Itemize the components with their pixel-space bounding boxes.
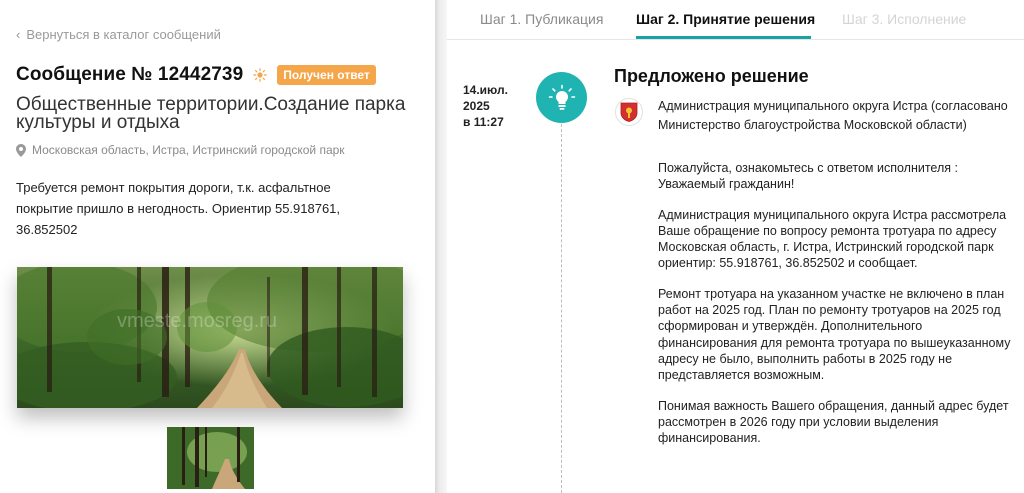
timeline-marker: [536, 72, 587, 123]
photo-thumbnail[interactable]: [167, 427, 254, 489]
thumbnail-image: [167, 427, 254, 489]
photo-watermark: vmeste.mosreg.ru: [117, 310, 277, 332]
decision-panel: Шаг 1. Публикация Шаг 2. Принятие решени…: [447, 0, 1024, 493]
steps-tabs: Шаг 1. Публикация Шаг 2. Принятие решени…: [447, 0, 1024, 40]
date-day: 14.июл.: [463, 83, 508, 97]
status-badge: Получен ответ: [277, 65, 376, 85]
date-year: 2025: [463, 99, 490, 113]
main-photo[interactable]: vmeste.mosreg.ru: [17, 267, 403, 408]
decision-answer: Пожалуйста, ознакомьтесь с ответом испол…: [658, 160, 1018, 460]
back-link-label: Вернуться в каталог сообщений: [26, 27, 221, 42]
tab-decision[interactable]: Шаг 2. Принятие решения: [636, 11, 815, 27]
timeline-line: [561, 124, 562, 493]
lightbulb-icon: [548, 84, 575, 110]
address-row: Московская область, Истра, Истринский го…: [16, 143, 345, 157]
pane-divider: [435, 0, 447, 493]
answer-paragraph: Ремонт тротуара на указанном участке не …: [658, 286, 1011, 383]
message-category: Общественные территории.Создание парка к…: [16, 94, 406, 133]
tab-execution: Шаг 3. Исполнение: [842, 11, 967, 27]
timeline-date: 14.июл. 2025 в 11:27: [463, 82, 527, 130]
sun-icon: [253, 68, 268, 82]
answer-paragraph: Пожалуйста, ознакомьтесь с ответом испол…: [658, 161, 958, 192]
decision-title: Предложено решение: [614, 66, 809, 86]
map-pin-icon: [16, 143, 26, 157]
back-to-catalog-link[interactable]: ‹ Вернуться в каталог сообщений: [16, 27, 221, 42]
message-description: Требуется ремонт покрытия дороги, т.к. а…: [16, 180, 341, 237]
org-name: Администрация муниципального округа Истр…: [658, 99, 1008, 132]
message-details-panel: ‹ Вернуться в каталог сообщений Сообщени…: [0, 0, 435, 493]
tab-publication[interactable]: Шаг 1. Публикация: [480, 11, 603, 27]
active-tab-indicator: [636, 36, 811, 39]
forest-path-image: vmeste.mosreg.ru: [17, 267, 403, 408]
org-emblem-icon: [615, 98, 643, 126]
date-time: в 11:27: [463, 115, 504, 129]
message-title-row: Сообщение № 12442739 Получен ответ: [16, 64, 376, 86]
answer-paragraph: Понимая важность Вашего обращения, данны…: [658, 398, 1009, 446]
message-title: Сообщение № 12442739: [16, 64, 244, 85]
chevron-left-icon: ‹: [16, 27, 21, 42]
address-text: Московская область, Истра, Истринский го…: [32, 143, 345, 157]
answer-paragraph: Администрация муниципального округа Истр…: [658, 207, 1007, 271]
